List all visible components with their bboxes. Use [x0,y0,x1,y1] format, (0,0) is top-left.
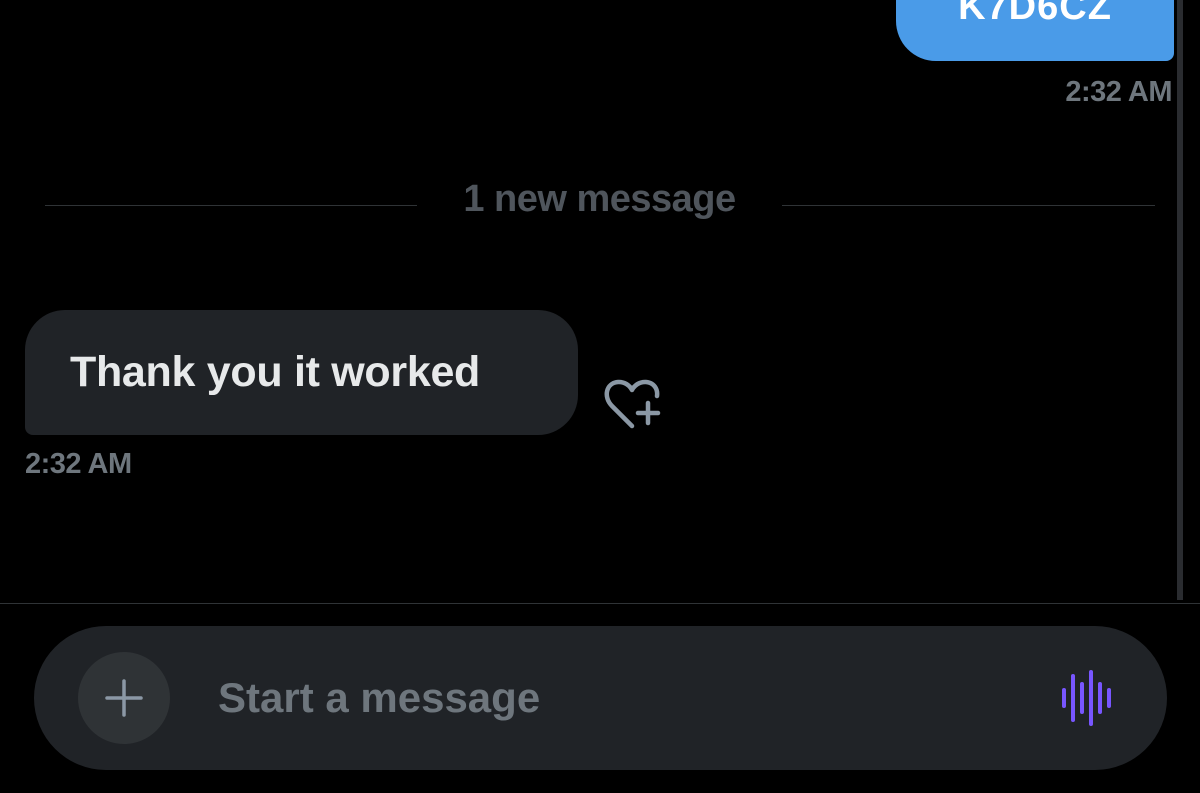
received-message-timestamp: 2:32 AM [25,448,132,480]
divider-line-right [782,205,1155,206]
message-composer [34,626,1167,770]
message-input[interactable] [218,668,1018,728]
voice-message-button[interactable] [1058,670,1118,726]
plus-icon [105,679,143,717]
divider-line-left [45,205,417,206]
received-message-bubble[interactable]: Thank you it worked [25,310,578,435]
sent-message-bubble[interactable]: K7D6CZ [896,0,1174,61]
voice-wave-icon [1062,670,1111,726]
composer-divider [0,603,1200,604]
scrollbar[interactable] [1177,0,1183,600]
new-message-divider: 1 new message [463,178,736,220]
add-media-button[interactable] [78,652,170,744]
received-message-text: Thank you it worked [70,348,481,396]
heart-plus-icon [604,379,661,429]
sent-message-text: K7D6CZ [958,0,1112,28]
sent-message-timestamp: 2:32 AM [1065,76,1172,108]
add-reaction-button[interactable] [602,374,666,430]
